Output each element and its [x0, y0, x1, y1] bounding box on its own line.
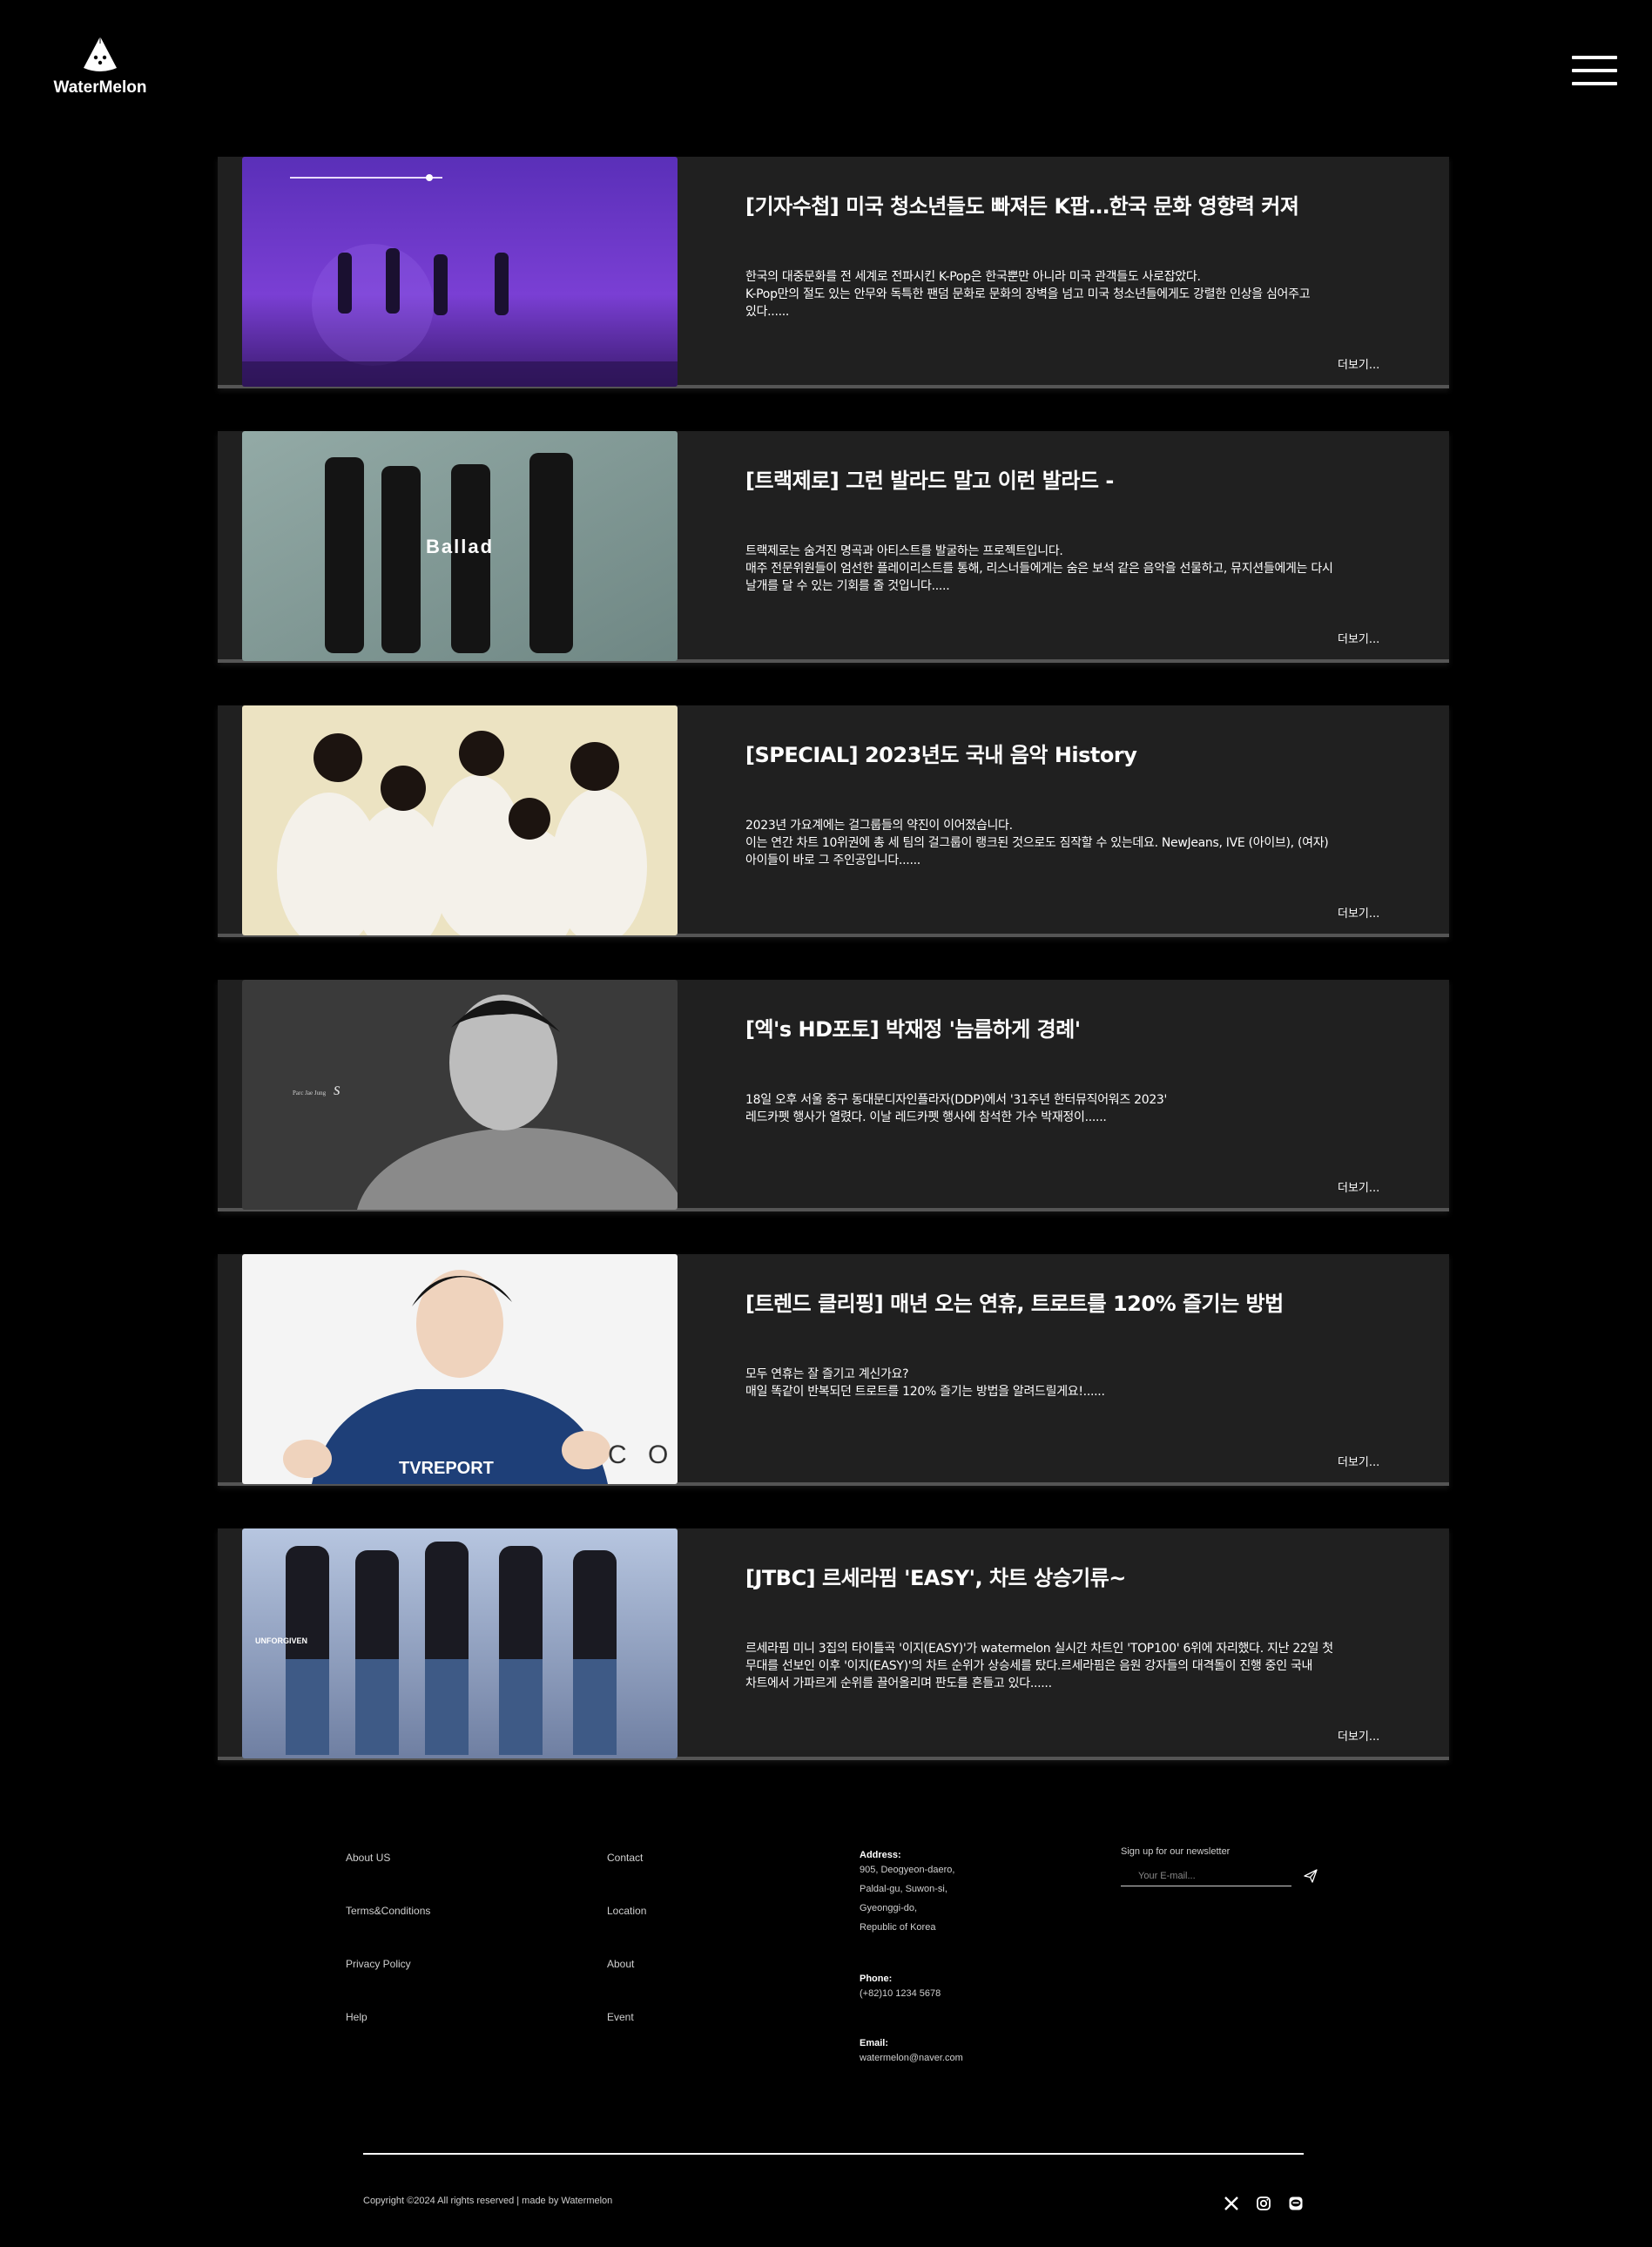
svg-text:s: s — [334, 1080, 341, 1099]
footer-link-location[interactable]: Location — [607, 1905, 646, 1958]
article-card[interactable]: Parc Jae Jung s [엑's HD포토] 박재정 '늠름하게 경례'… — [218, 980, 1449, 1211]
article-description: 트랙제로는 숨겨진 명곡과 아티스트를 발굴하는 프로젝트입니다. 매주 전문위… — [745, 544, 1333, 593]
footer-links-secondary: Contact Location About Event — [607, 1852, 646, 2064]
read-more-link[interactable]: 더보기... — [1338, 904, 1379, 921]
footer-links-primary: About US Terms&Conditions Privacy Policy… — [346, 1852, 430, 2064]
article-description: 모두 연휴는 잘 즐기고 계신가요? 매일 똑같이 반복되던 트로트를 120%… — [745, 1367, 1105, 1399]
watermelon-logo-icon — [84, 37, 117, 71]
read-more-link[interactable]: 더보기... — [1338, 630, 1379, 646]
article-description: 18일 오후 서울 중구 동대문디자인플라자(DDP)에서 '31주년 한터뮤직… — [745, 1093, 1168, 1124]
social-links — [1224, 2196, 1304, 2211]
newsletter-signup: Sign up for our newsletter — [1121, 1846, 1321, 1886]
address-label: Address: — [860, 1850, 901, 1860]
footer-link-contact[interactable]: Contact — [607, 1852, 646, 1905]
watermelon-logo[interactable]: WaterMelon — [47, 33, 153, 103]
email-label: Email: — [860, 2038, 889, 2048]
article-card[interactable]: TVREPORT C O [트렌드 클리핑] 매년 오는 연휴, 트로트를 12… — [218, 1254, 1449, 1486]
article-image[interactable]: UNFORGIVEN — [242, 1528, 678, 1758]
menu-icon[interactable] — [1572, 56, 1617, 85]
menu-bar — [1572, 56, 1617, 59]
image-caption: TVREPORT — [399, 1459, 494, 1478]
footer-link-event[interactable]: Event — [607, 2011, 646, 2064]
article-title[interactable]: [트랙제로] 그런 발라드 말고 이런 발라드 - — [745, 463, 1407, 494]
svg-text:C O: C O — [608, 1441, 675, 1469]
send-icon[interactable] — [1304, 1869, 1318, 1883]
read-more-link[interactable]: 더보기... — [1338, 1453, 1379, 1469]
footer-link-privacy[interactable]: Privacy Policy — [346, 1958, 430, 2011]
phone-value: (+82)10 1234 5678 — [860, 1988, 941, 1999]
image-caption: UNFORGIVEN — [255, 1636, 307, 1645]
article-title[interactable]: [SPECIAL] 2023년도 국내 음악 History — [745, 738, 1407, 768]
read-more-link[interactable]: 더보기... — [1338, 1727, 1379, 1744]
instagram-icon[interactable] — [1256, 2196, 1271, 2211]
article-card[interactable]: UNFORGIVEN [JTBC] 르세라핌 'EASY', 차트 상승기류~ … — [218, 1528, 1449, 1760]
image-caption: Ballad — [426, 536, 494, 557]
article-image[interactable] — [242, 705, 678, 935]
email-value[interactable]: watermelon@naver.com — [860, 2048, 1034, 2068]
read-more-link[interactable]: 더보기... — [1338, 1178, 1379, 1195]
article-title[interactable]: [트렌드 클리핑] 매년 오는 연휴, 트로트를 120% 즐기는 방법 — [745, 1286, 1407, 1317]
menu-bar — [1572, 82, 1617, 85]
newsletter-title: Sign up for our newsletter — [1121, 1846, 1231, 1857]
copyright-text: Copyright ©2024 All rights reserved | ma… — [363, 2196, 613, 2206]
article-description: 2023년 가요계에는 걸그룹들의 약진이 이어졌습니다. 이는 연간 차트 1… — [745, 819, 1329, 867]
x-icon[interactable] — [1224, 2196, 1239, 2211]
newsletter-email-input[interactable] — [1121, 1866, 1291, 1886]
footer-link-terms[interactable]: Terms&Conditions — [346, 1905, 430, 1958]
footer-link-about-us[interactable]: About US — [346, 1852, 430, 1905]
article-card[interactable]: [기자수첩] 미국 청소년들도 빠져든 K팝…한국 문화 영향력 커져 한국의 … — [218, 157, 1449, 388]
footer-link-help[interactable]: Help — [346, 2011, 430, 2064]
article-description: 한국의 대중문화를 전 세계로 전파시킨 K-Pop은 한국뿐만 아니라 미국 … — [745, 270, 1311, 319]
line-icon[interactable] — [1288, 2196, 1304, 2211]
contact-info: Address: 905, Deogyeon-daero, Paldal-gu,… — [860, 1850, 1034, 2068]
footer-divider — [363, 2153, 1304, 2155]
article-card[interactable]: [SPECIAL] 2023년도 국내 음악 History 2023년 가요계… — [218, 705, 1449, 937]
article-image[interactable]: Parc Jae Jung s — [242, 980, 678, 1210]
article-card[interactable]: Ballad [트랙제로] 그런 발라드 말고 이런 발라드 - 트랙제로는 숨… — [218, 431, 1449, 663]
article-image[interactable]: Ballad — [242, 431, 678, 661]
phone-label: Phone: — [860, 1974, 893, 1984]
read-more-link[interactable]: 더보기... — [1338, 355, 1379, 372]
article-title[interactable]: [기자수첩] 미국 청소년들도 빠져든 K팝…한국 문화 영향력 커져 — [745, 189, 1407, 219]
article-title[interactable]: [엑's HD포토] 박재정 '늠름하게 경례' — [745, 1012, 1407, 1043]
article-list: [기자수첩] 미국 청소년들도 빠져든 K팝…한국 문화 영향력 커져 한국의 … — [218, 157, 1449, 1803]
logo-text: WaterMelon — [53, 78, 147, 97]
article-title[interactable]: [JTBC] 르세라핌 'EASY', 차트 상승기류~ — [745, 1561, 1407, 1591]
article-description: 르세라핌 미니 3집의 타이틀곡 '이지(EASY)'가 watermelon … — [745, 1642, 1333, 1690]
article-image[interactable]: TVREPORT C O — [242, 1254, 678, 1484]
image-caption: Parc Jae Jung — [293, 1090, 327, 1097]
article-image[interactable] — [242, 157, 678, 387]
menu-bar — [1572, 69, 1617, 72]
footer-link-about[interactable]: About — [607, 1958, 646, 2011]
address-value: 905, Deogyeon-daero, Paldal-gu, Suwon-si… — [860, 1865, 955, 1933]
